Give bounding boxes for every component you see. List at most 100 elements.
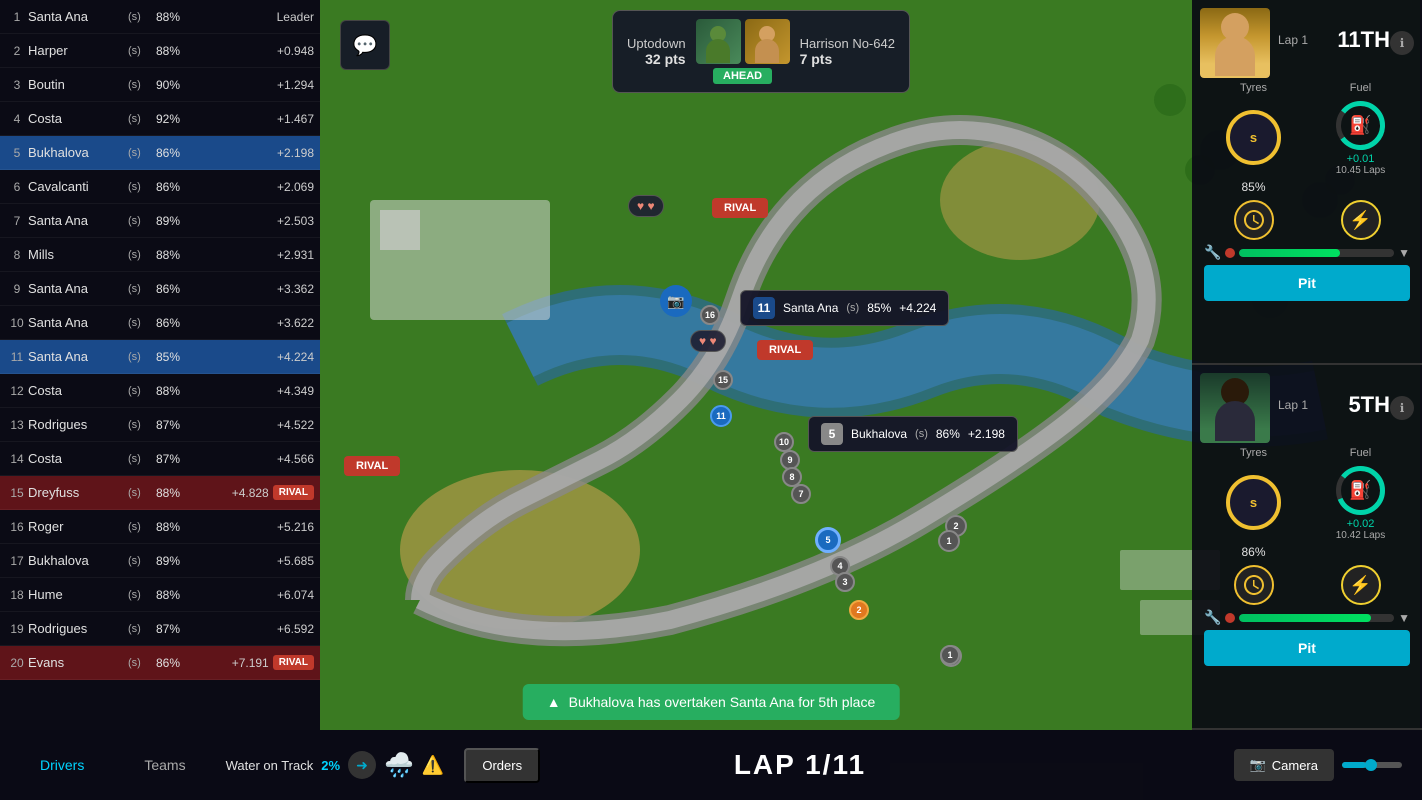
driver1-fuel-laps: 10.45 Laps [1336, 165, 1386, 176]
row-name-6: Cavalcanti [28, 179, 128, 194]
car-16[interactable]: 16 [700, 305, 720, 325]
row-gap-2: +0.948 [196, 44, 314, 58]
row-name-3: Boutin [28, 77, 128, 92]
leaderboard-rows: 1 Santa Ana (s) 88% Leader 2 Harper (s) … [0, 0, 320, 680]
row-gap-1: Leader [196, 10, 314, 24]
row-name-20: Evans [28, 655, 128, 670]
weather-icon: 🌧️ [384, 751, 414, 780]
leaderboard-row-6[interactable]: 6 Cavalcanti (s) 86% +2.069 [0, 170, 320, 204]
driver2-pit-btn[interactable]: Pit [1204, 630, 1410, 666]
row-name-7: Santa Ana [28, 213, 128, 228]
row-pct-7: 89% [156, 214, 196, 228]
leaderboard-panel: 1 Santa Ana (s) 88% Leader 2 Harper (s) … [0, 0, 320, 730]
row-name-1: Santa Ana [28, 9, 128, 24]
driver2-tyre-type: s [1250, 495, 1257, 510]
comp-middle: AHEAD [696, 19, 790, 84]
row-s-8: (s) [128, 249, 156, 261]
leaderboard-row-19[interactable]: 19 Rodrigues (s) 87% +6.592 [0, 612, 320, 646]
leaderboard-row-13[interactable]: 13 Rodrigues (s) 87% +4.522 [0, 408, 320, 442]
car-10[interactable]: 10 [774, 432, 794, 452]
bottom-bar: Drivers Teams Water on Track 2% ➜ 🌧️ ⚠️ … [0, 730, 1422, 800]
leaderboard-row-12[interactable]: 12 Costa (s) 88% +4.349 [0, 374, 320, 408]
car-3[interactable]: 3 [835, 572, 855, 592]
driver2-card: Lap 1 5TH ℹ Tyres Fuel s ⛽ [1192, 365, 1422, 730]
rival-badge-row-20: RIVAL [273, 655, 314, 670]
leaderboard-row-20[interactable]: 20 Evans (s) 86% +7.191 RIVAL [0, 646, 320, 680]
chat-button[interactable]: 💬 [340, 20, 390, 70]
notification-icon: ▲ [547, 694, 561, 710]
row-pos-11: 11 [6, 350, 28, 364]
leaderboard-row-11[interactable]: 11 Santa Ana (s) 85% +4.224 [0, 340, 320, 374]
car-1[interactable]: 1 [938, 530, 960, 552]
row-pct-19: 87% [156, 622, 196, 636]
row-pct-14: 87% [156, 452, 196, 466]
camera-slider[interactable] [1342, 762, 1402, 768]
row-pct-18: 88% [156, 588, 196, 602]
row-name-13: Rodrigues [28, 417, 128, 432]
lap-display: LAP 1/11 [734, 749, 866, 781]
driver2-expand[interactable]: ▼ [1398, 611, 1410, 625]
leaderboard-row-2[interactable]: 2 Harper (s) 88% +0.948 [0, 34, 320, 68]
car-5[interactable]: 5 [815, 527, 841, 553]
row-pos-8: 8 [6, 248, 28, 262]
row-pct-16: 88% [156, 520, 196, 534]
leaderboard-row-3[interactable]: 3 Boutin (s) 90% +1.294 [0, 68, 320, 102]
row-pos-13: 13 [6, 418, 28, 432]
driver1-position: 11TH [1337, 27, 1390, 53]
driver2-position: 5TH [1348, 392, 1390, 418]
car-1-track[interactable]: 1 [940, 645, 960, 665]
driver1-info-btn[interactable]: ℹ [1390, 31, 1414, 55]
leaderboard-row-10[interactable]: 10 Santa Ana (s) 86% +3.622 [0, 306, 320, 340]
notification-bar: ▲ Bukhalova has overtaken Santa Ana for … [523, 684, 900, 720]
leaderboard-row-17[interactable]: 17 Bukhalova (s) 89% +5.685 [0, 544, 320, 578]
leaderboard-row-1[interactable]: 1 Santa Ana (s) 88% Leader [0, 0, 320, 34]
camera-btn[interactable]: 📷 Camera [1234, 749, 1334, 781]
driver2-info-btn[interactable]: ℹ [1390, 396, 1414, 420]
row-pos-16: 16 [6, 520, 28, 534]
tab-teams[interactable]: Teams [124, 749, 205, 781]
driver1-pit-btn[interactable]: Pit [1204, 265, 1410, 301]
leaderboard-row-15[interactable]: 15 Dreyfuss (s) 88% +4.828 RIVAL [0, 476, 320, 510]
car-15[interactable]: 15 [713, 370, 733, 390]
driver1-damage-bar [1239, 249, 1394, 257]
driver2-fuel-label: Fuel [1307, 447, 1414, 459]
water-arrow[interactable]: ➜ [348, 751, 376, 779]
camera-bubble[interactable]: 📷 [660, 285, 692, 317]
comp-avatar-left [696, 19, 741, 64]
comp-right: Harrison No-642 7 pts [800, 36, 895, 67]
leaderboard-row-18[interactable]: 18 Hume (s) 88% +6.074 [0, 578, 320, 612]
leaderboard-row-8[interactable]: 8 Mills (s) 88% +2.931 [0, 238, 320, 272]
leaderboard-row-5[interactable]: 5 Bukhalova (s) 86% +2.198 [0, 136, 320, 170]
driver2-avatar [1200, 373, 1270, 443]
leaderboard-row-9[interactable]: 9 Santa Ana (s) 86% +3.362 [0, 272, 320, 306]
row-s-20: (s) [128, 657, 156, 669]
row-gap-3: +1.294 [196, 78, 314, 92]
orders-btn[interactable]: Orders [464, 748, 540, 783]
car-11[interactable]: 11 [710, 405, 732, 427]
row-pos-12: 12 [6, 384, 28, 398]
camera-slider-dot [1365, 759, 1377, 771]
car-11-num: 11 [753, 297, 775, 319]
row-pos-19: 19 [6, 622, 28, 636]
leaderboard-row-16[interactable]: 16 Roger (s) 88% +5.216 [0, 510, 320, 544]
car-7[interactable]: 7 [791, 484, 811, 504]
row-gap-11: +4.224 [196, 350, 314, 364]
row-pos-5: 5 [6, 146, 28, 160]
car-5-pct: 86% [936, 427, 960, 441]
rival-badge-row-15: RIVAL [273, 485, 314, 500]
leaderboard-row-7[interactable]: 7 Santa Ana (s) 89% +2.503 [0, 204, 320, 238]
row-s-15: (s) [128, 487, 156, 499]
rival-badge-bottom: RIVAL [757, 340, 813, 360]
driver1-card: Lap 1 11TH ℹ Tyres Fuel s [1192, 0, 1422, 365]
car-11-gap: +4.224 [899, 301, 936, 315]
car-2-track[interactable]: 2 [849, 600, 869, 620]
driver1-fuel-gauge: ⛽ [1333, 98, 1388, 153]
driver2-damage-row: 🔧 ▼ [1200, 609, 1414, 626]
car-11-name: Santa Ana [783, 301, 838, 315]
driver1-expand[interactable]: ▼ [1398, 246, 1410, 260]
tab-drivers[interactable]: Drivers [20, 749, 104, 781]
leaderboard-row-4[interactable]: 4 Costa (s) 92% +1.467 [0, 102, 320, 136]
comp-left: Uptodown 32 pts [627, 36, 686, 67]
row-s-10: (s) [128, 317, 156, 329]
leaderboard-row-14[interactable]: 14 Costa (s) 87% +4.566 [0, 442, 320, 476]
